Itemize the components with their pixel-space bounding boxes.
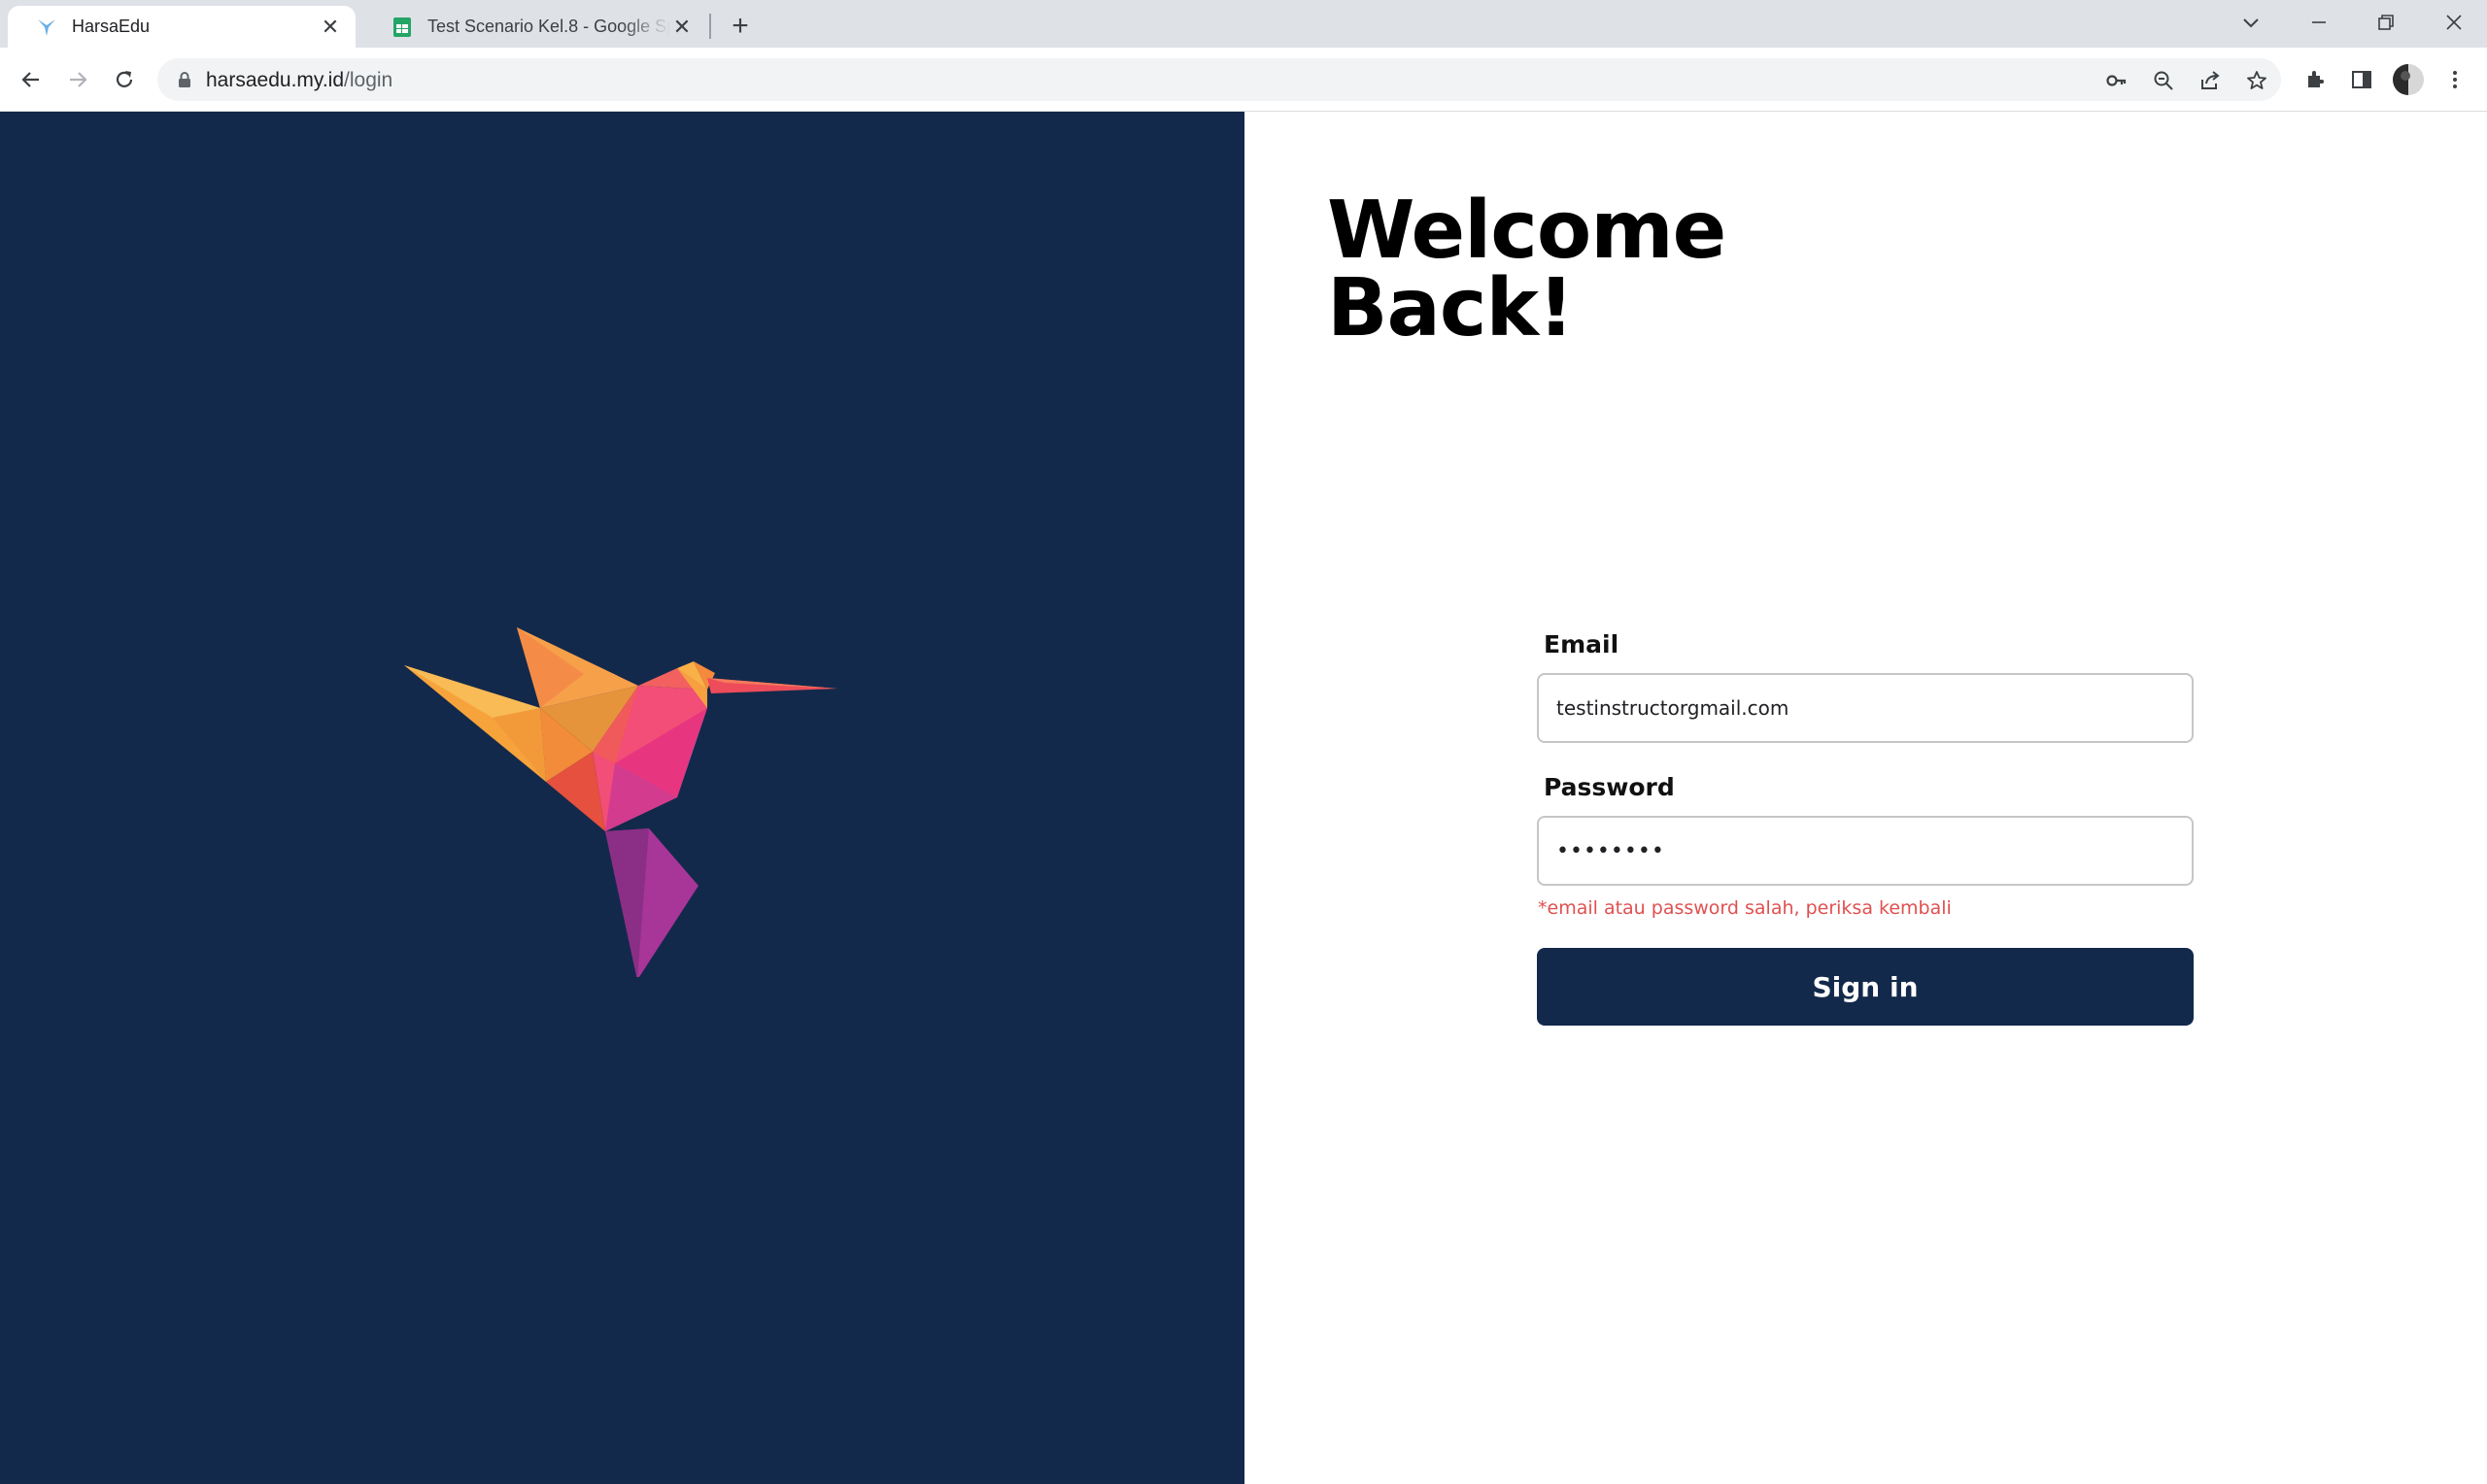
email-label: Email: [1544, 630, 1619, 658]
page-title: Welcome Back!: [1327, 185, 1726, 354]
tab-divider: [709, 14, 711, 39]
back-arrow-icon[interactable]: [12, 60, 51, 99]
close-icon[interactable]: ✕: [670, 15, 694, 39]
password-value: ••••••••: [1556, 838, 1665, 863]
password-label: Password: [1544, 773, 1675, 801]
restore-icon[interactable]: [2367, 8, 2405, 37]
zoom-out-icon[interactable]: [2151, 68, 2176, 93]
tab-spreadsheet[interactable]: Test Scenario Kel.8 - Google Spreadsheet…: [363, 6, 707, 48]
hummingbird-logo: [404, 627, 837, 977]
chevron-down-icon[interactable]: [2231, 8, 2270, 37]
star-icon[interactable]: [2244, 68, 2269, 93]
error-message: *email atau password salah, periksa kemb…: [1538, 897, 1952, 919]
window-close-icon[interactable]: [2435, 8, 2473, 37]
address-bar[interactable]: harsaedu.my.id/login: [157, 58, 2281, 101]
forward-arrow-icon[interactable]: [58, 60, 97, 99]
title-line-2: Back!: [1327, 262, 1574, 354]
reload-icon[interactable]: [105, 60, 144, 99]
lock-icon[interactable]: [175, 70, 194, 89]
tab-title: HarsaEdu: [72, 17, 151, 36]
browser-tab-strip: HarsaEdu ✕ Test Scenario Kel.8 - Google …: [0, 0, 2487, 48]
brand-panel: [0, 112, 1244, 1484]
login-panel: Welcome Back! Email testinstructorgmail.…: [1244, 112, 2487, 1484]
url-host: harsaedu.my.id: [206, 69, 345, 91]
side-panel-icon[interactable]: [2342, 60, 2381, 99]
sheets-favicon: [391, 16, 414, 39]
sign-in-button[interactable]: Sign in: [1537, 948, 2194, 1026]
password-field[interactable]: ••••••••: [1537, 816, 2194, 886]
url-path: /login: [344, 69, 393, 91]
close-icon[interactable]: ✕: [319, 15, 342, 39]
plus-icon[interactable]: +: [725, 12, 756, 43]
extensions-icon[interactable]: [2296, 60, 2334, 99]
tab-title: Test Scenario Kel.8 - Google Spreadsheet…: [427, 17, 670, 36]
login-page: Welcome Back! Email testinstructorgmail.…: [0, 112, 2487, 1484]
profile-avatar[interactable]: [2389, 60, 2428, 99]
sign-in-label: Sign in: [1812, 970, 1919, 1003]
tab-harsaedu[interactable]: HarsaEdu ✕: [8, 6, 356, 48]
minimize-icon[interactable]: [2300, 8, 2338, 37]
share-icon[interactable]: [2197, 68, 2223, 93]
harsaedu-favicon: [35, 16, 58, 39]
more-menu-icon[interactable]: [2436, 60, 2474, 99]
browser-toolbar: harsaedu.my.id/login: [0, 48, 2487, 112]
key-icon[interactable]: [2104, 68, 2129, 93]
email-value: testinstructorgmail.com: [1556, 696, 1789, 720]
title-line-1: Welcome: [1327, 185, 1726, 277]
email-field[interactable]: testinstructorgmail.com: [1537, 673, 2194, 743]
url-text: harsaedu.my.id/login: [206, 69, 392, 92]
